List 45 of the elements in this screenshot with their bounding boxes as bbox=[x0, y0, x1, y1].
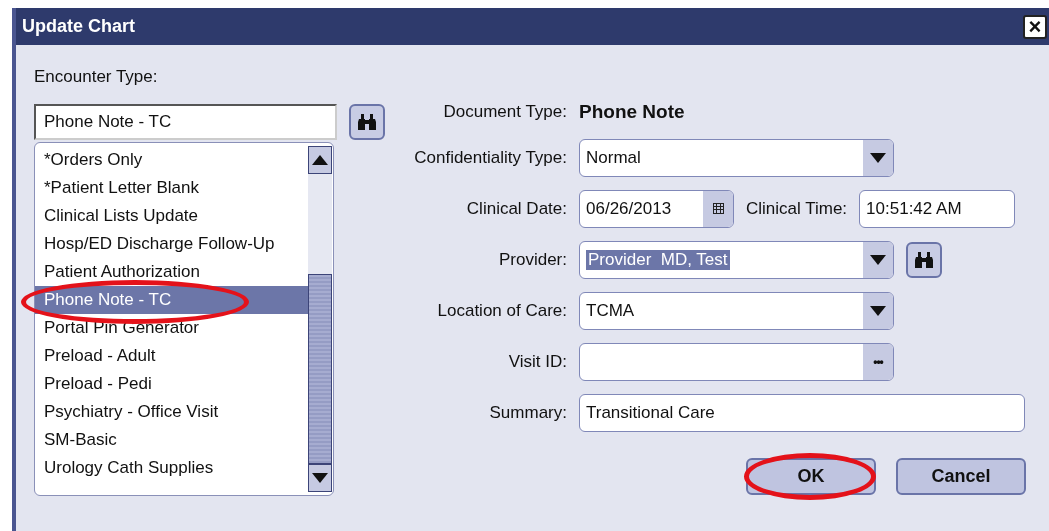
binoculars-icon bbox=[357, 113, 377, 131]
caret-icon bbox=[870, 305, 886, 316]
visit-id-field[interactable]: ••• bbox=[579, 342, 894, 381]
field-label: Summary: bbox=[488, 402, 568, 423]
window-title: Update Chart bbox=[22, 16, 135, 37]
confidentiality-dropdown[interactable]: Normal bbox=[579, 138, 894, 177]
close-button[interactable]: × bbox=[1023, 14, 1047, 39]
field-label: Clinical Time: bbox=[745, 198, 849, 219]
field-label: Visit ID: bbox=[507, 351, 568, 372]
list-item[interactable]: Clinical Lists Update bbox=[35, 202, 308, 230]
scroll-thumb[interactable] bbox=[308, 273, 332, 464]
calendar-icon bbox=[712, 203, 724, 214]
scrollbar[interactable] bbox=[308, 146, 332, 492]
list-item[interactable]: Phone Note - TC bbox=[35, 286, 308, 314]
scroll-up-icon bbox=[312, 155, 328, 165]
document-type-value: Phone Note bbox=[579, 101, 685, 123]
search-button[interactable] bbox=[906, 241, 942, 278]
encounter-type-field[interactable]: Phone Note - TC bbox=[34, 104, 337, 140]
list-item[interactable]: *Patient Letter Blank bbox=[35, 174, 308, 202]
provider-dropdown[interactable]: Provider MD, Test bbox=[579, 240, 894, 279]
binoculars-icon bbox=[914, 250, 934, 269]
caret-icon bbox=[870, 254, 886, 265]
field-label: Location of Care: bbox=[436, 300, 568, 321]
list-item[interactable]: Psychiatry - Office Visit bbox=[35, 398, 308, 426]
more-button[interactable]: ••• bbox=[863, 343, 893, 380]
dialog-button[interactable]: Cancel bbox=[896, 458, 1026, 495]
list-item[interactable]: SM-Basic bbox=[35, 426, 308, 454]
search-button[interactable] bbox=[349, 104, 385, 140]
field-label: Document Type: bbox=[442, 102, 568, 122]
caret-icon bbox=[870, 152, 886, 163]
time-field[interactable]: 10:51:42 AM bbox=[859, 189, 1016, 228]
field-label: Clinical Date: bbox=[465, 198, 568, 219]
summary-field[interactable]: Transitional Care bbox=[579, 393, 1025, 432]
field-label: Encounter Type: bbox=[34, 67, 159, 87]
list-item[interactable]: Patient Authorization bbox=[35, 258, 308, 286]
list-item[interactable]: Preload - Pedi bbox=[35, 370, 308, 398]
field-label: Provider: bbox=[497, 249, 568, 270]
list-item[interactable]: *Orders Only bbox=[35, 146, 308, 174]
field-label: Confidentiality Type: bbox=[413, 147, 568, 168]
list-item[interactable]: Preload - Adult bbox=[35, 342, 308, 370]
scroll-down-icon bbox=[312, 473, 328, 483]
location-dropdown[interactable]: TCMA bbox=[579, 291, 894, 330]
date-field[interactable]: 06/26/2013 bbox=[579, 189, 734, 228]
list-item[interactable]: Hosp/ED Discharge Follow-Up bbox=[35, 230, 308, 258]
list-item[interactable]: Urology Cath Supplies bbox=[35, 454, 308, 482]
